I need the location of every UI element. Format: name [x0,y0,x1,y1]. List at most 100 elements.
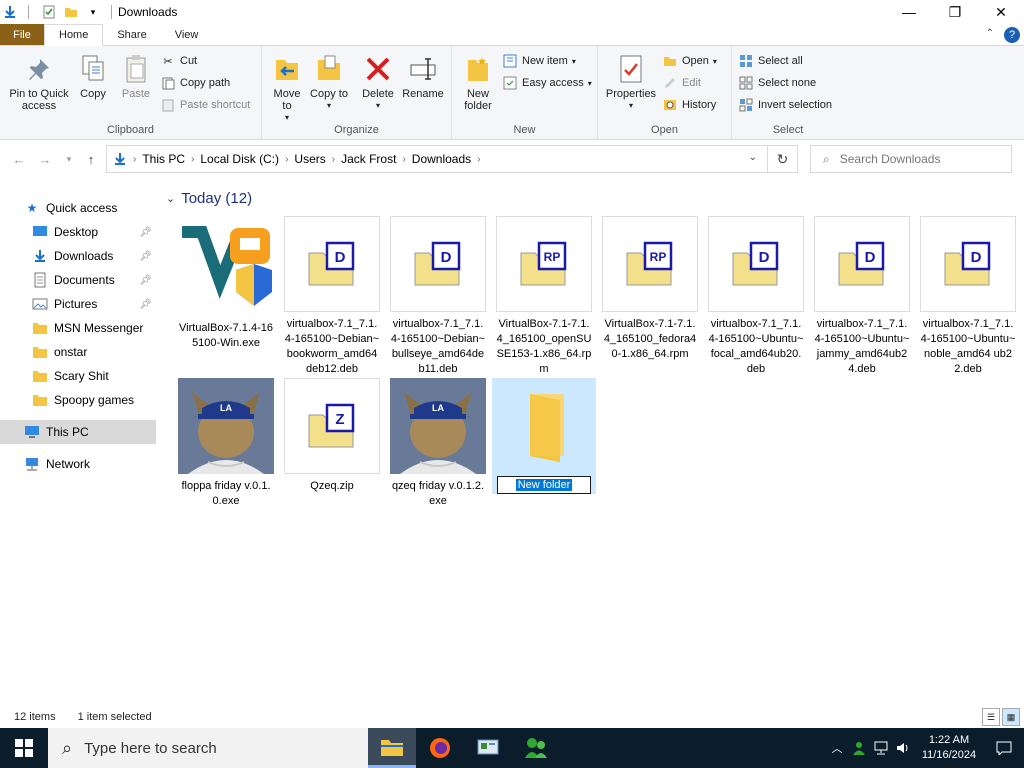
select-all-icon [738,53,754,69]
minimize-button[interactable]: — [886,0,932,24]
search-box[interactable]: ⌕ Search Downloads [810,145,1012,173]
file-tile[interactable]: D virtualbox-7.1_7.1.4-165100~Debian~bul… [390,216,486,377]
star-icon: ★ [26,201,38,215]
download-arrow-icon[interactable] [2,4,18,20]
copy-to-button[interactable]: Copy to ▾ [310,52,348,112]
nav-item-documents[interactable]: Documents 📌︎ [32,268,156,292]
breadcrumb-jack-frost[interactable]: Jack Frost [335,152,402,166]
close-button[interactable]: ✕ [978,0,1024,24]
nav-item-onstar[interactable]: onstar [32,340,156,364]
copy-to-label: Copy to [310,88,348,100]
title-bar: ▾ Downloads — ❐ ✕ [0,0,1024,24]
new-item-button[interactable]: New item ▾ [502,52,576,70]
file-tile[interactable]: D virtualbox-7.1_7.1.4-165100~Ubuntu~nob… [920,216,1016,377]
delete-button[interactable]: Delete ▾ [358,52,398,112]
control-panel-icon[interactable] [464,728,512,768]
file-explorer-icon[interactable] [368,728,416,768]
file-tile[interactable]: LA floppa friday v.0.1.0.exe [178,378,274,509]
nav-item-spoopy-games[interactable]: Spoopy games [32,388,156,412]
pin-quick-access-button[interactable]: Pin to Quick access [6,52,72,112]
back-arrow-icon[interactable]: ← [10,150,28,168]
select-all-button[interactable]: Select all [738,52,803,70]
folder-icon [32,392,48,408]
paste-label: Paste [121,88,151,100]
move-to-button[interactable]: Move to ▾ [268,52,306,124]
taskbar-search[interactable]: ⌕ Type here to search [48,728,368,768]
file-tile[interactable]: RP VirtualBox-7.1-7.1.4_165100_fedora40-… [602,216,698,362]
open-button[interactable]: Open ▾ [662,52,717,70]
recent-dropdown-icon[interactable]: ▾ [60,150,78,168]
forward-arrow-icon[interactable]: → [36,150,54,168]
tab-share[interactable]: Share [103,24,160,45]
edit-button[interactable]: Edit [662,74,701,92]
nav-item-this-pc[interactable]: This PC [0,420,156,444]
new-folder-icon[interactable] [63,4,79,20]
clock[interactable]: 1:22 AM 11/16/2024 [914,733,984,763]
nav-item-downloads[interactable]: Downloads 📌︎ [32,244,156,268]
nav-item-network[interactable]: Network [0,452,156,476]
firefox-icon[interactable] [416,728,464,768]
volume-icon[interactable] [892,728,914,768]
breadcrumb-this-pc[interactable]: This PC [136,152,191,166]
help-icon[interactable]: ? [1004,27,1020,43]
nav-item-desktop[interactable]: Desktop 📌︎ [32,220,156,244]
copy-button[interactable]: Copy [74,52,112,100]
file-tile[interactable]: LA qzeq friday v.0.1.2.exe [390,378,486,509]
collapse-ribbon-icon[interactable]: ⌃ [986,28,994,39]
easy-access-button[interactable]: Easy access ▾ [502,74,592,92]
breadcrumb-downloads[interactable]: Downloads [406,152,477,166]
new-folder-button[interactable]: New folder [458,52,498,112]
new-folder-tile[interactable]: New folder [492,378,596,494]
breadcrumb-local-disk[interactable]: Local Disk (C:) [194,152,285,166]
paste-button[interactable]: Paste [116,52,156,100]
dropdown-arrow-icon: ▾ [375,101,380,110]
customize-dropdown-icon[interactable]: ▾ [85,4,101,20]
file-tile[interactable]: RP VirtualBox-7.1-7.1.4_165100_openSUSE1… [496,216,592,377]
tab-home[interactable]: Home [44,24,104,46]
tab-file[interactable]: File [0,24,44,45]
copy-path-button[interactable]: Copy path [160,74,230,92]
select-none-button[interactable]: Select none [738,74,816,92]
up-arrow-icon[interactable]: ↑ [82,150,100,168]
nav-quick-access[interactable]: ★ Quick access [24,196,156,220]
file-tile[interactable]: D virtualbox-7.1_7.1.4-165100~Ubuntu~jam… [814,216,910,377]
properties-button[interactable]: Properties ▾ [602,52,660,112]
nav-item-pictures[interactable]: Pictures 📌︎ [32,292,156,316]
chevron-up-icon[interactable]: ︿ [826,728,848,768]
nav-item-msn-messenger[interactable]: MSN Messenger [32,316,156,340]
windows-start-icon[interactable] [0,728,48,768]
file-tile[interactable]: VirtualBox-7.1.4-165100-Win.exe [178,220,274,351]
notification-icon[interactable] [984,741,1024,755]
group-header[interactable]: ⌄ Today (12) [166,190,252,207]
clipboard-group: Pin to Quick access Copy Paste ✂ Cut Cop… [0,46,262,140]
address-bar[interactable]: › This PC › Local Disk (C:) › Users › Ja… [106,145,798,173]
details-view-icon[interactable]: ☰ [982,708,1000,726]
msn-messenger-icon[interactable] [512,728,560,768]
maximize-button[interactable]: ❐ [932,0,978,24]
history-button[interactable]: History [662,96,716,114]
new-group: New folder New item ▾ Easy access ▾ New [452,46,598,140]
properties-label: Properties [605,88,657,100]
file-tile[interactable]: Z Qzeq.zip [284,378,380,494]
cut-button[interactable]: ✂ Cut [160,52,197,70]
invert-selection-button[interactable]: Invert selection [738,96,832,114]
file-name: virtualbox-7.1_7.1.4-165100~Ubuntu~noble… [920,318,1016,375]
copy-path-label: Copy path [180,77,231,89]
tab-view[interactable]: View [161,24,213,45]
rename-input[interactable]: New folder [497,476,591,494]
address-dropdown-icon[interactable]: ⌄ [749,152,757,163]
large-icons-view-icon[interactable]: ▦ [1002,708,1020,726]
refresh-icon[interactable]: ↻ [767,146,797,172]
file-tile[interactable]: D virtualbox-7.1_7.1.4-165100~Ubuntu~foc… [708,216,804,377]
file-tile[interactable]: D virtualbox-7.1_7.1.4-165100~Debian~boo… [284,216,380,377]
new-item-label: New item [522,55,568,67]
properties-icon[interactable] [41,4,57,20]
messenger-tray-icon[interactable] [848,728,870,768]
nav-item-scary[interactable]: Scary Shit [32,364,156,388]
svg-text:Z: Z [335,411,344,428]
rename-button[interactable]: Rename [400,52,446,100]
breadcrumb-users[interactable]: Users [288,152,331,166]
paste-shortcut-button[interactable]: Paste shortcut [160,96,250,114]
network-tray-icon[interactable] [870,728,892,768]
svg-text:D: D [865,249,876,266]
